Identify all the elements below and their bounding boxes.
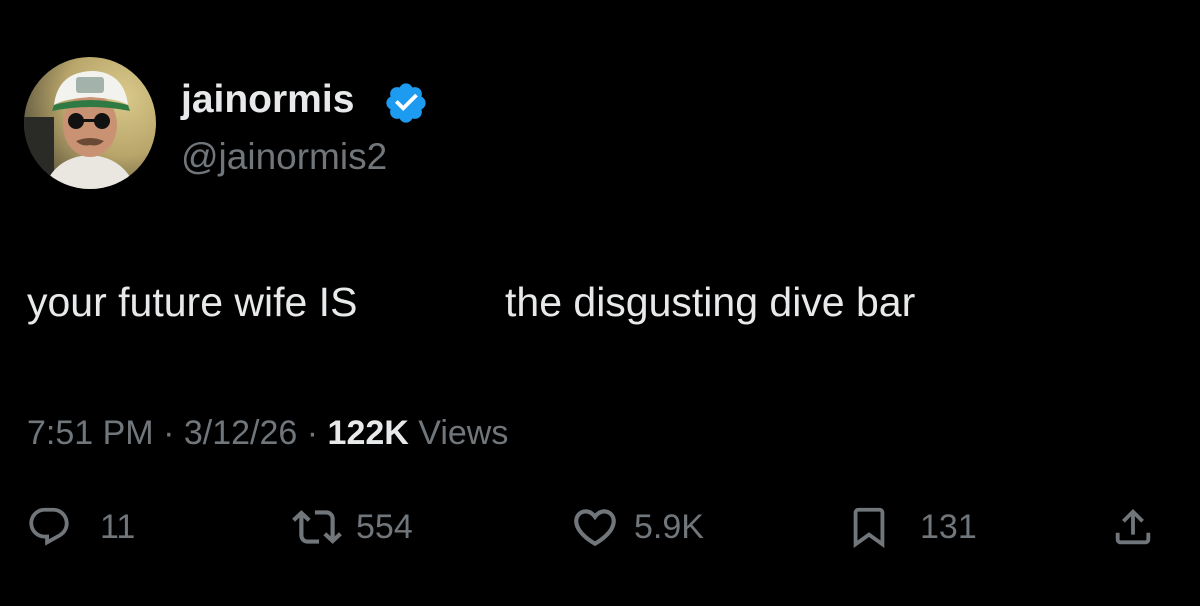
- avatar[interactable]: [24, 57, 156, 189]
- bookmark-count: 131: [920, 508, 977, 546]
- tweet-text-part-2: the disgusting dive bar: [505, 279, 916, 325]
- views-label: Views: [418, 414, 509, 452]
- like-count: 5.9K: [634, 508, 704, 546]
- reply-button[interactable]: 11: [26, 500, 135, 554]
- user-handle[interactable]: @jainormis2: [181, 135, 387, 179]
- retweet-count: 554: [356, 508, 413, 546]
- bookmark-button[interactable]: 131: [846, 500, 977, 554]
- reply-count: 11: [100, 508, 136, 546]
- retweet-icon: [292, 510, 342, 544]
- tweet-text-part-1: your future wife IS: [27, 279, 358, 325]
- meta-separator: ·: [163, 414, 175, 452]
- meta-separator: ·: [306, 414, 319, 452]
- tweet-date[interactable]: 3/12/26: [184, 414, 297, 452]
- like-button[interactable]: 5.9K: [570, 500, 704, 554]
- tweet-card: jainormis @jainormis2 your future wife I…: [0, 0, 1200, 606]
- tweet-time[interactable]: 7:51 PM: [27, 414, 154, 452]
- tweet-meta: 7:51 PM · 3/12/26 · 122K Views: [27, 411, 508, 455]
- bookmark-icon: [853, 507, 885, 548]
- retweet-button[interactable]: 554: [292, 500, 413, 554]
- verified-badge-icon: [386, 83, 426, 123]
- reply-icon: [29, 507, 69, 546]
- views-count[interactable]: 122K: [328, 414, 409, 452]
- heart-icon: [574, 509, 616, 547]
- display-name[interactable]: jainormis: [181, 78, 354, 122]
- share-button[interactable]: [1110, 500, 1156, 554]
- share-icon: [1115, 508, 1151, 545]
- avatar-photo-icon: [24, 57, 156, 189]
